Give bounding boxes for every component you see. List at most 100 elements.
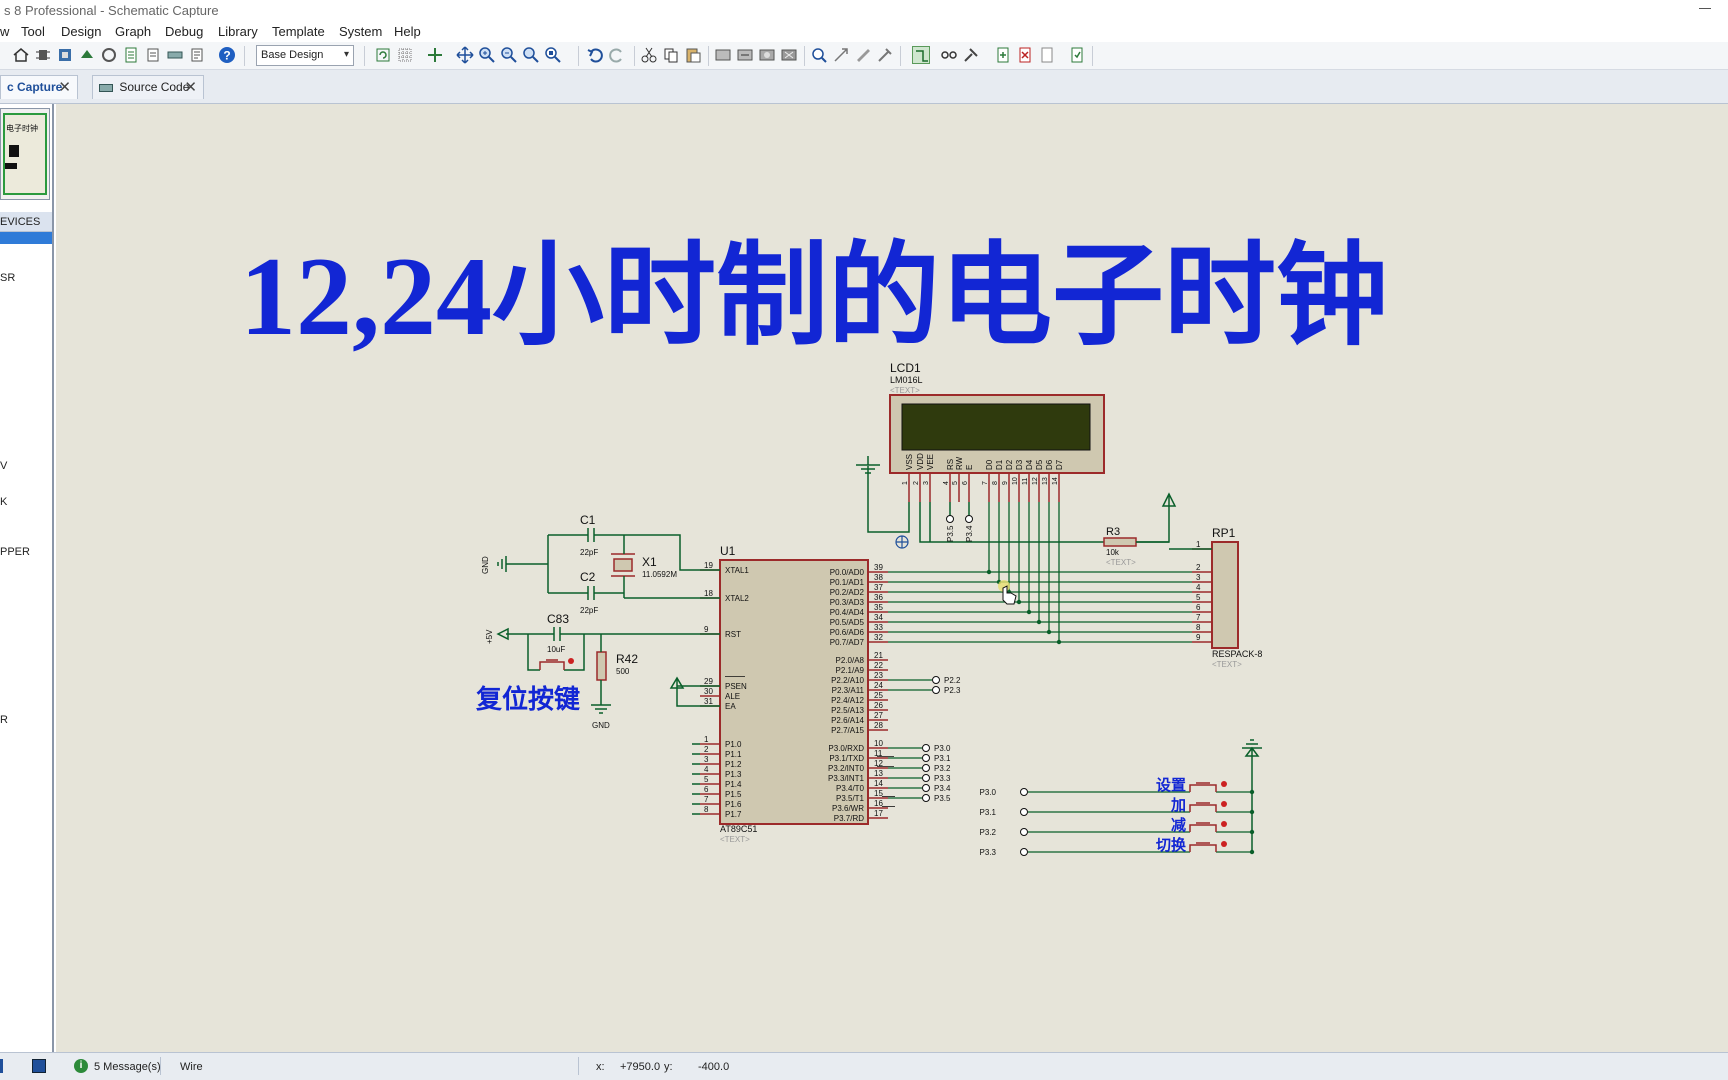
net-terminal[interactable] (922, 774, 930, 782)
menu-view[interactable]: w (0, 24, 9, 39)
tab-source-code[interactable]: Source Code ✕ (92, 75, 204, 99)
cut-icon[interactable] (640, 46, 658, 64)
close-icon[interactable]: ✕ (58, 78, 71, 96)
mcu-pin-label: P1.3 (725, 770, 742, 779)
mcu-pin-label: P0.6/AD6 (830, 628, 865, 637)
rp1-pin-number: 3 (1196, 573, 1201, 582)
device-list-item[interactable]: PPER (0, 546, 30, 558)
undo-icon[interactable] (586, 46, 604, 64)
pick-device-icon[interactable] (810, 46, 828, 64)
rp1-body[interactable] (1211, 541, 1239, 649)
block-delete-icon[interactable] (780, 46, 798, 64)
status-separator (160, 1057, 161, 1075)
net-terminal[interactable] (922, 764, 930, 772)
mcu-pin-number: 37 (874, 583, 883, 592)
overview-window[interactable]: 电子时钟 (0, 108, 50, 200)
push-button[interactable] (1189, 822, 1217, 832)
menu-template[interactable]: Template (272, 24, 325, 39)
device-list-item[interactable]: SR (0, 272, 15, 284)
paste-icon[interactable] (684, 46, 702, 64)
design-report-icon[interactable] (1068, 46, 1086, 64)
animation-step-icon[interactable] (0, 1059, 3, 1073)
pcb-icon[interactable] (56, 46, 74, 64)
zoom-area-icon[interactable] (544, 46, 562, 64)
close-icon[interactable]: ✕ (184, 78, 197, 96)
device-list-item-selected[interactable] (0, 232, 52, 244)
r3-body[interactable] (1103, 537, 1137, 547)
overview-thumbnail: 电子时钟 (3, 113, 47, 195)
remove-sheet-icon[interactable] (1016, 46, 1034, 64)
net-terminal[interactable] (1020, 788, 1028, 796)
block-copy-icon[interactable] (714, 46, 732, 64)
pan-icon[interactable] (456, 46, 474, 64)
net-terminal[interactable] (932, 686, 940, 694)
net-terminal[interactable] (922, 794, 930, 802)
zoom-all-icon[interactable] (522, 46, 540, 64)
menu-debug[interactable]: Debug (165, 24, 203, 39)
message-count[interactable]: 5 Message(s) (94, 1061, 161, 1073)
decompose-icon[interactable] (876, 46, 894, 64)
property-assignment-icon[interactable] (962, 46, 980, 64)
c2-symbol[interactable] (548, 586, 624, 600)
r42-body[interactable] (596, 651, 607, 681)
help-icon[interactable]: ? (218, 46, 236, 64)
device-list-item[interactable]: V (0, 460, 7, 472)
zoom-out-icon[interactable] (500, 46, 518, 64)
stop-icon[interactable] (32, 1059, 46, 1073)
menu-tool[interactable]: Tool (21, 24, 45, 39)
make-device-icon[interactable] (832, 46, 850, 64)
net-terminal-p3-4[interactable] (965, 515, 973, 523)
schematic-icon[interactable] (34, 46, 52, 64)
x1-body[interactable] (613, 558, 633, 572)
copy-icon[interactable] (662, 46, 680, 64)
block-rotate-icon[interactable] (758, 46, 776, 64)
menu-help[interactable]: Help (394, 24, 421, 39)
push-button[interactable] (1189, 802, 1217, 812)
c83-symbol[interactable] (506, 627, 720, 641)
mcu-pin-label: P3.1/TXD (829, 754, 864, 763)
device-list-item[interactable]: K (0, 496, 7, 508)
reset-button[interactable] (539, 659, 565, 670)
push-button[interactable] (1189, 842, 1217, 852)
net-terminal[interactable] (932, 676, 940, 684)
schematic-drawing[interactable]: 12,24小时制的电子时钟 LCD1 LM016L <TEXT> VSS 1 VDD… (56, 104, 1728, 1052)
wire-autorouter-icon[interactable] (912, 46, 930, 64)
gerber-icon[interactable] (100, 46, 118, 64)
net-terminal[interactable] (922, 744, 930, 752)
net-terminal[interactable] (1020, 848, 1028, 856)
home-icon[interactable] (12, 46, 30, 64)
net-label: P3.0 (934, 744, 951, 753)
menu-graph[interactable]: Graph (115, 24, 151, 39)
menu-library[interactable]: Library (218, 24, 258, 39)
mcu-pin-number: 38 (874, 573, 883, 582)
net-terminal[interactable] (922, 754, 930, 762)
3d-view-icon[interactable] (78, 46, 96, 64)
block-move-icon[interactable] (736, 46, 754, 64)
schematic-canvas[interactable]: 12,24小时制的电子时钟 LCD1 LM016L <TEXT> VSS 1 VDD… (56, 104, 1728, 1052)
net-terminal-p3-5[interactable] (946, 515, 954, 523)
grid-icon[interactable] (396, 46, 414, 64)
push-button[interactable] (1189, 782, 1217, 792)
zoom-in-icon[interactable] (478, 46, 496, 64)
new-sheet-icon[interactable] (994, 46, 1012, 64)
minimize-button[interactable] (1690, 0, 1720, 16)
net-terminal[interactable] (1020, 808, 1028, 816)
exit-to-parent-icon[interactable] (1038, 46, 1056, 64)
packaging-tool-icon[interactable] (854, 46, 872, 64)
net-terminal[interactable] (1020, 828, 1028, 836)
menu-system[interactable]: System (339, 24, 382, 39)
menu-design[interactable]: Design (61, 24, 101, 39)
tab-schematic-capture[interactable]: c Capture ✕ (0, 75, 78, 99)
redo-icon[interactable] (608, 46, 626, 64)
layer-select[interactable]: Base Design ▾ (256, 45, 354, 66)
refresh-icon[interactable] (374, 46, 392, 64)
device-list-item[interactable]: R (0, 714, 8, 726)
bom-icon[interactable] (122, 46, 140, 64)
design-notes-icon[interactable] (144, 46, 162, 64)
c1-symbol[interactable] (548, 528, 624, 542)
design-explorer-icon[interactable] (188, 46, 206, 64)
search-tag-icon[interactable] (940, 46, 958, 64)
net-terminal[interactable] (922, 784, 930, 792)
source-code-icon[interactable] (166, 46, 184, 64)
origin-icon[interactable] (426, 46, 444, 64)
